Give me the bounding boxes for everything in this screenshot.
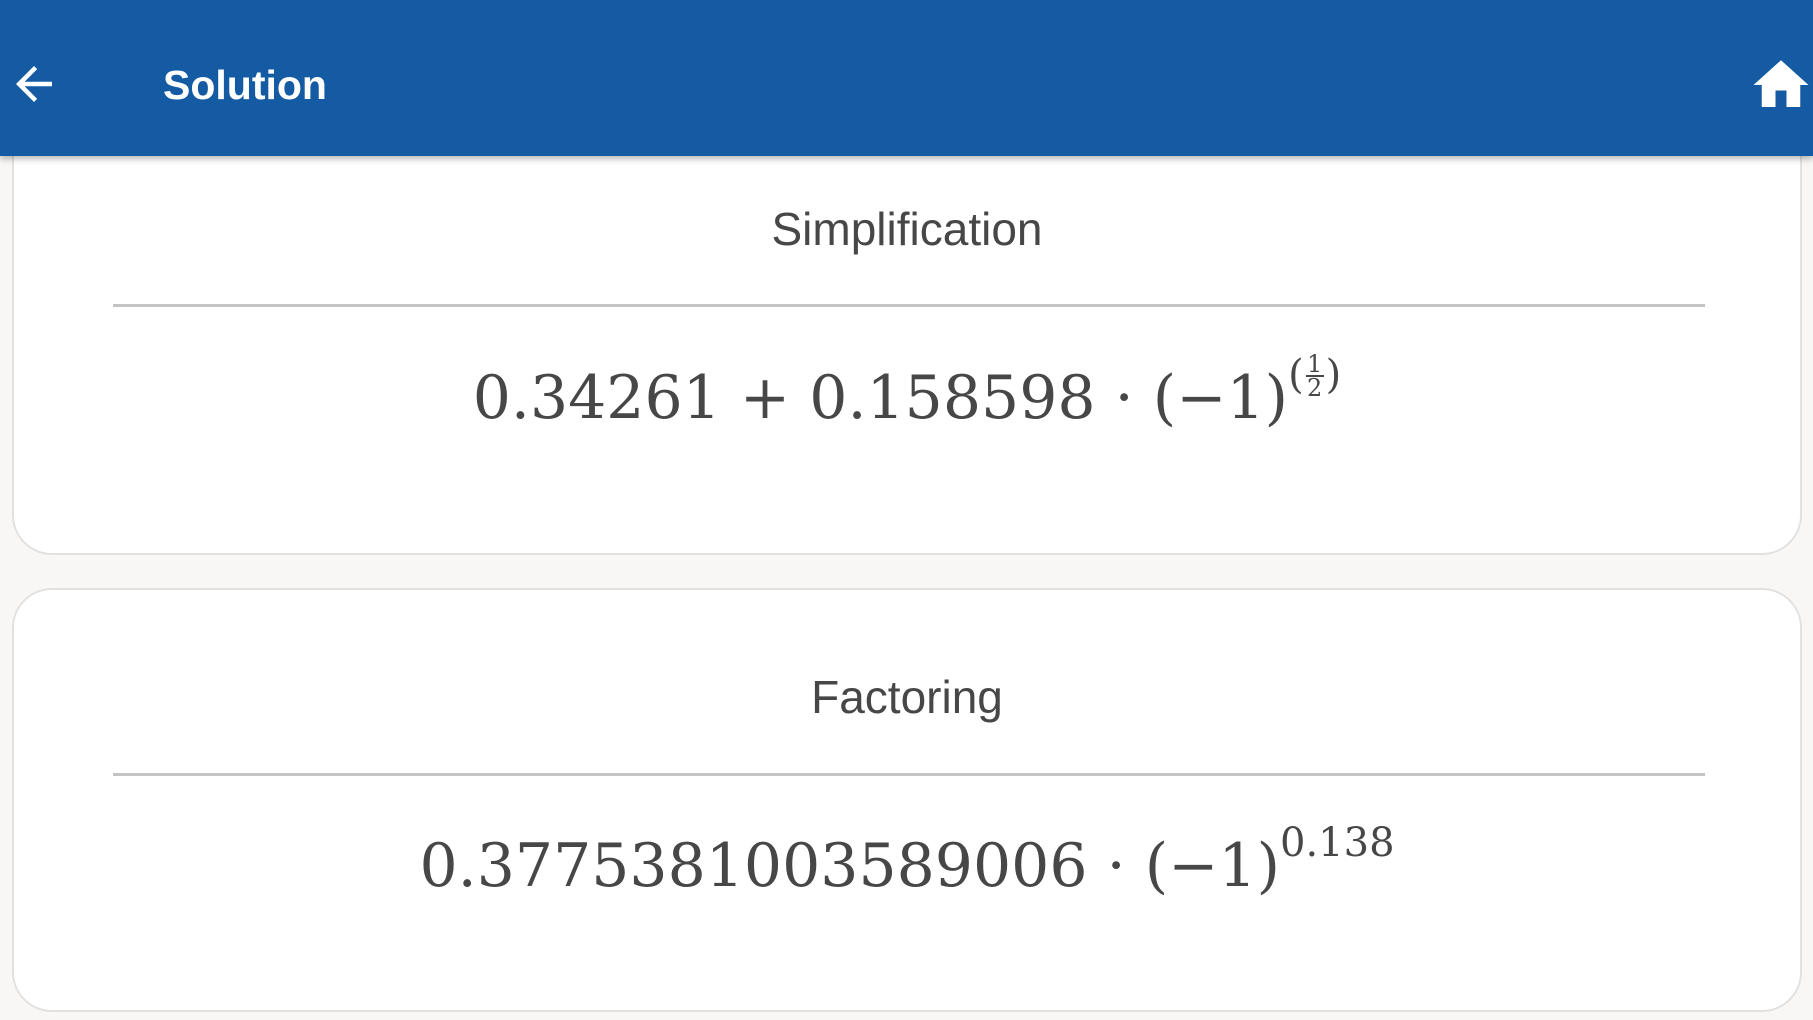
exponent-open-paren: ( [1288, 352, 1304, 398]
home-icon [1753, 60, 1809, 107]
coefficient-term: 0.3775381003589006 [419, 831, 1088, 901]
app-bar: Solution [0, 0, 1813, 156]
factoring-card: Factoring 0.3775381003589006 · (−1)0.138 [12, 588, 1802, 1012]
simplification-heading: Simplification [771, 203, 1043, 255]
factoring-heading: Factoring [811, 671, 1003, 723]
exponent-close-paren: ) [1325, 352, 1342, 398]
coefficient-term: 0.158598 [809, 363, 1096, 433]
factoring-divider [113, 773, 1705, 776]
exponent: 0.138 [1280, 820, 1395, 866]
constant-term: 0.34261 [472, 363, 721, 433]
exponent: (1 2) [1288, 350, 1342, 402]
plus-operator: + [739, 363, 791, 433]
base-term: (−1) [1144, 831, 1280, 901]
exponent-numerator: 1 [1307, 350, 1323, 378]
simplification-expression: 0.34261 + 0.158598 · (−1)(1 2) [14, 352, 1800, 433]
home-button[interactable] [1748, 52, 1813, 118]
exponent-fraction: 12 [1305, 350, 1324, 402]
arrow-left-icon [16, 66, 52, 102]
back-button[interactable] [2, 52, 66, 116]
dot-operator: · [1106, 831, 1126, 901]
simplification-card: Simplification 0.34261 + 0.158598 · (−1)… [12, 100, 1802, 555]
page-title: Solution [163, 62, 327, 108]
simplification-divider [113, 304, 1705, 307]
exponent-denominator: 2 [1307, 374, 1323, 402]
factoring-expression: 0.3775381003589006 · (−1)0.138 [14, 820, 1800, 901]
dot-operator: · [1114, 363, 1134, 433]
base-term: (−1) [1152, 363, 1289, 433]
